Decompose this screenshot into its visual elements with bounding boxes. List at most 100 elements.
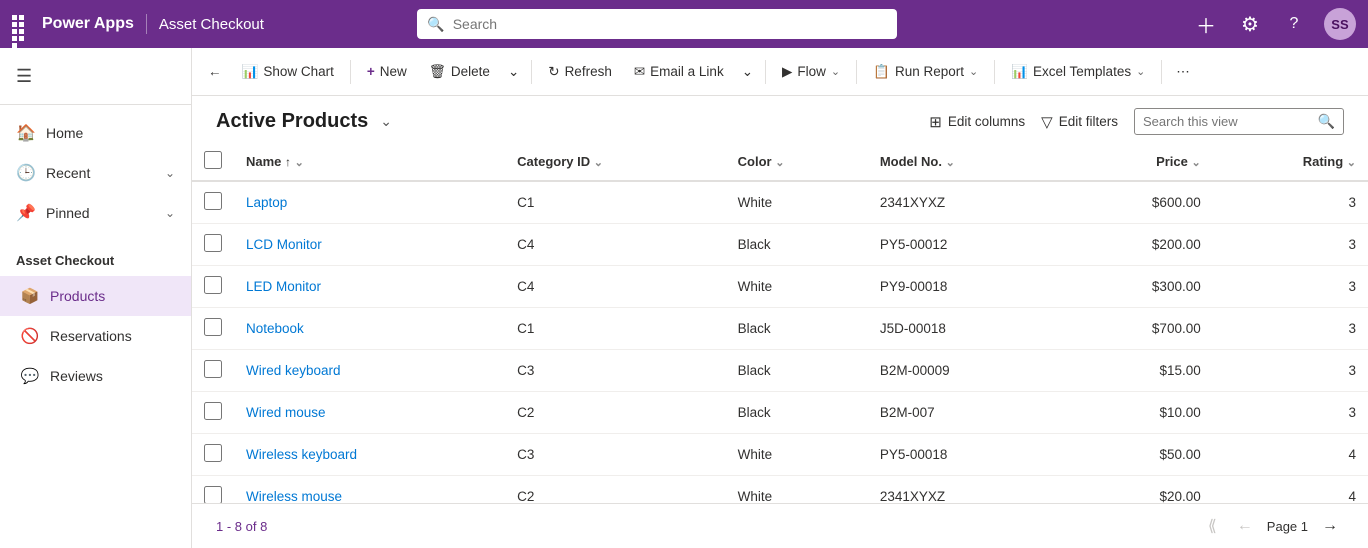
row-select-checkbox[interactable] [204,318,222,336]
row-select-checkbox[interactable] [204,486,222,503]
global-search-bar[interactable]: 🔍 [417,9,897,39]
view-header-right: ⊞ Edit columns ▽ Edit filters 🔍 [929,108,1344,135]
sidebar-item-home[interactable]: 🏠 Home [0,113,191,153]
first-page-button[interactable]: ⟪ [1202,512,1223,540]
add-button[interactable]: ＋ [1192,10,1220,38]
row-select-checkbox[interactable] [204,444,222,462]
cell-price: $700.00 [1067,308,1213,350]
table-row: LED Monitor C4 White PY9-00018 $300.00 3 [192,266,1368,308]
global-search-input[interactable] [453,16,888,32]
table-header: Name ↑ ⌄ Category ID ⌄ Color ⌄ [192,143,1368,181]
edit-columns-button[interactable]: ⊞ Edit columns [929,113,1025,131]
edit-filters-button[interactable]: ▽ Edit filters [1041,113,1118,131]
cell-name[interactable]: LED Monitor [234,266,505,308]
col-rating[interactable]: Rating ⌄ [1213,143,1368,181]
delete-button[interactable]: 🗑 Delete [419,54,500,90]
table-row: Wired mouse C2 Black B2M-007 $10.00 3 [192,392,1368,434]
col-rating-label: Rating [1303,154,1343,169]
refresh-button[interactable]: ↻ Refresh [538,54,622,90]
cell-name[interactable]: Wired keyboard [234,350,505,392]
view-title-caret-icon[interactable]: ⌄ [380,113,392,130]
cell-rating: 3 [1213,224,1368,266]
sidebar-item-reviews[interactable]: 💬 Reviews [0,356,191,396]
cell-color: White [726,434,868,476]
excel-templates-button[interactable]: 📊 Excel Templates ⌄ [1001,54,1155,90]
row-select-checkbox[interactable] [204,360,222,378]
toolbar: ← 📊 Show Chart + New 🗑 Delete ⌄ ↻ Refres… [192,48,1368,96]
cell-name[interactable]: LCD Monitor [234,224,505,266]
back-button[interactable]: ← [200,54,230,90]
col-model-caret: ⌄ [946,157,955,169]
delete-caret-button[interactable]: ⌄ [502,54,525,90]
cell-name[interactable]: Wired mouse [234,392,505,434]
prev-page-button[interactable]: ← [1231,513,1259,539]
more-options-button[interactable]: ⋯ [1168,54,1198,90]
app-launcher-icon[interactable] [12,15,30,33]
cell-category-id: C3 [505,350,726,392]
table-row: Notebook C1 Black J5D-00018 $700.00 3 [192,308,1368,350]
sidebar: ☰ 🏠 Home 🕒 Recent ⌄ 📌 Pinned ⌄ [0,48,192,548]
settings-button[interactable]: ⚙ [1236,10,1264,38]
table-row: Wired keyboard C3 Black B2M-00009 $15.00… [192,350,1368,392]
back-icon: ← [208,64,222,79]
sidebar-item-home-label: Home [46,125,83,141]
sidebar-top: ☰ [0,48,191,105]
col-model-no[interactable]: Model No. ⌄ [868,143,1067,181]
row-checkbox-cell [192,350,234,392]
cell-name[interactable]: Wireless mouse [234,476,505,504]
cell-name[interactable]: Notebook [234,308,505,350]
global-search-icon: 🔍 [427,16,444,33]
sidebar-item-pinned[interactable]: 📌 Pinned ⌄ [0,193,191,233]
col-price[interactable]: Price ⌄ [1067,143,1213,181]
new-button[interactable]: + New [357,54,417,90]
row-select-checkbox[interactable] [204,402,222,420]
next-page-button[interactable]: → [1316,513,1344,539]
avatar[interactable]: SS [1324,8,1356,40]
email-link-button[interactable]: ✉ Email a Link [624,54,734,90]
col-color[interactable]: Color ⌄ [726,143,868,181]
cell-category-id: C1 [505,181,726,224]
col-category-id[interactable]: Category ID ⌄ [505,143,726,181]
row-select-checkbox[interactable] [204,192,222,210]
search-view-icon: 🔍 [1318,113,1335,130]
select-all-checkbox[interactable] [204,151,222,169]
view-title: Active Products [216,110,368,133]
top-bar-divider [146,14,147,34]
show-chart-button[interactable]: 📊 Show Chart [232,54,344,90]
search-view-box[interactable]: 🔍 [1134,108,1344,135]
cell-color: Black [726,308,868,350]
table-row: LCD Monitor C4 Black PY5-00012 $200.00 3 [192,224,1368,266]
cell-name[interactable]: Laptop [234,181,505,224]
sidebar-item-reservations[interactable]: 🚫 Reservations [0,316,191,356]
col-name-caret: ⌄ [295,157,304,169]
col-name[interactable]: Name ↑ ⌄ [234,143,505,181]
app-name: Power Apps [42,15,134,33]
row-checkbox-cell [192,308,234,350]
cell-rating: 3 [1213,181,1368,224]
delete-label: Delete [451,64,490,79]
cell-price: $600.00 [1067,181,1213,224]
run-report-button[interactable]: 📋 Run Report ⌄ [863,54,988,90]
run-report-caret-icon: ⌄ [969,65,978,78]
hamburger-menu[interactable]: ☰ [0,56,191,96]
cell-price: $20.00 [1067,476,1213,504]
col-name-label: Name [246,154,281,169]
search-view-input[interactable] [1143,114,1312,129]
col-price-caret: ⌄ [1192,157,1201,169]
table-footer: 1 - 8 of 8 ⟪ ← Page 1 → [192,503,1368,548]
row-select-checkbox[interactable] [204,234,222,252]
excel-templates-label: Excel Templates [1033,64,1131,79]
sidebar-item-products[interactable]: 📦 Products [0,276,191,316]
sidebar-item-recent[interactable]: 🕒 Recent ⌄ [0,153,191,193]
main-layout: ☰ 🏠 Home 🕒 Recent ⌄ 📌 Pinned ⌄ [0,48,1368,548]
cell-color: Black [726,350,868,392]
cell-category-id: C1 [505,308,726,350]
products-table: Name ↑ ⌄ Category ID ⌄ Color ⌄ [192,143,1368,503]
row-select-checkbox[interactable] [204,276,222,294]
cell-name[interactable]: Wireless keyboard [234,434,505,476]
email-caret-button[interactable]: ⌄ [736,54,759,90]
help-button[interactable]: ? [1280,10,1308,38]
flow-icon: ▶ [782,64,792,80]
flow-button[interactable]: ▶ Flow ⌄ [772,54,850,90]
col-color-label: Color [738,154,772,169]
